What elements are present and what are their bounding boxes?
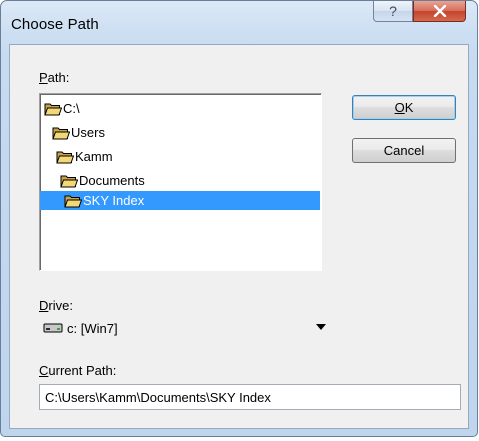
tree-item-sky-index[interactable]: SKY Index [40, 191, 320, 210]
cancel-button[interactable]: Cancel [352, 138, 456, 163]
current-path-value: C:\Users\Kamm\Documents\SKY Index [45, 389, 271, 405]
drive-icon [43, 323, 63, 333]
folder-open-icon [60, 175, 78, 187]
directory-tree[interactable]: C:\ Users Kamm Documents SKY Index [39, 93, 322, 271]
drive-selected-value: c: [Win7] [67, 320, 118, 336]
close-icon [433, 5, 446, 17]
ok-button[interactable]: OK [352, 95, 456, 120]
current-path-field[interactable]: C:\Users\Kamm\Documents\SKY Index [39, 384, 461, 410]
folder-open-icon [56, 151, 74, 163]
close-button[interactable] [413, 1, 466, 22]
current-path-label-text: Current Path: [39, 363, 117, 378]
tree-item-label: SKY Index [83, 193, 145, 208]
tree-item-users[interactable]: Users [52, 123, 105, 142]
drive-label-text: Drive: [39, 298, 73, 313]
tree-item-label: Kamm [75, 149, 113, 164]
path-label-text: ath: [47, 70, 70, 85]
window-title: Choose Path [11, 16, 99, 33]
tree-item-drive[interactable]: C:\ [44, 99, 80, 118]
tree-item-label: Users [71, 125, 105, 140]
cancel-button-label: Cancel [383, 143, 425, 158]
ok-button-label: OK [394, 100, 414, 115]
path-label: Path: [39, 70, 70, 85]
tree-item-label: Documents [79, 173, 145, 188]
drive-label: Drive: [39, 298, 73, 313]
chevron-down-icon[interactable] [316, 324, 326, 330]
tree-item-documents[interactable]: Documents [60, 171, 145, 190]
drive-select[interactable]: c: [Win7] [39, 317, 330, 339]
tree-item-kamm[interactable]: Kamm [56, 147, 113, 166]
folder-open-icon [64, 195, 82, 207]
current-path-label: Current Path: [39, 363, 116, 378]
tree-item-label: C:\ [63, 101, 80, 116]
dialog-client-area: Path: C:\ Users Kamm Documents SKY Index… [9, 44, 469, 429]
help-icon: ? [389, 3, 397, 19]
help-button[interactable]: ? [373, 1, 413, 22]
folder-open-icon [44, 103, 62, 115]
choose-path-dialog: Choose Path ? Path: C:\ Users Kamm Docum… [0, 0, 478, 437]
folder-open-icon [52, 127, 70, 139]
